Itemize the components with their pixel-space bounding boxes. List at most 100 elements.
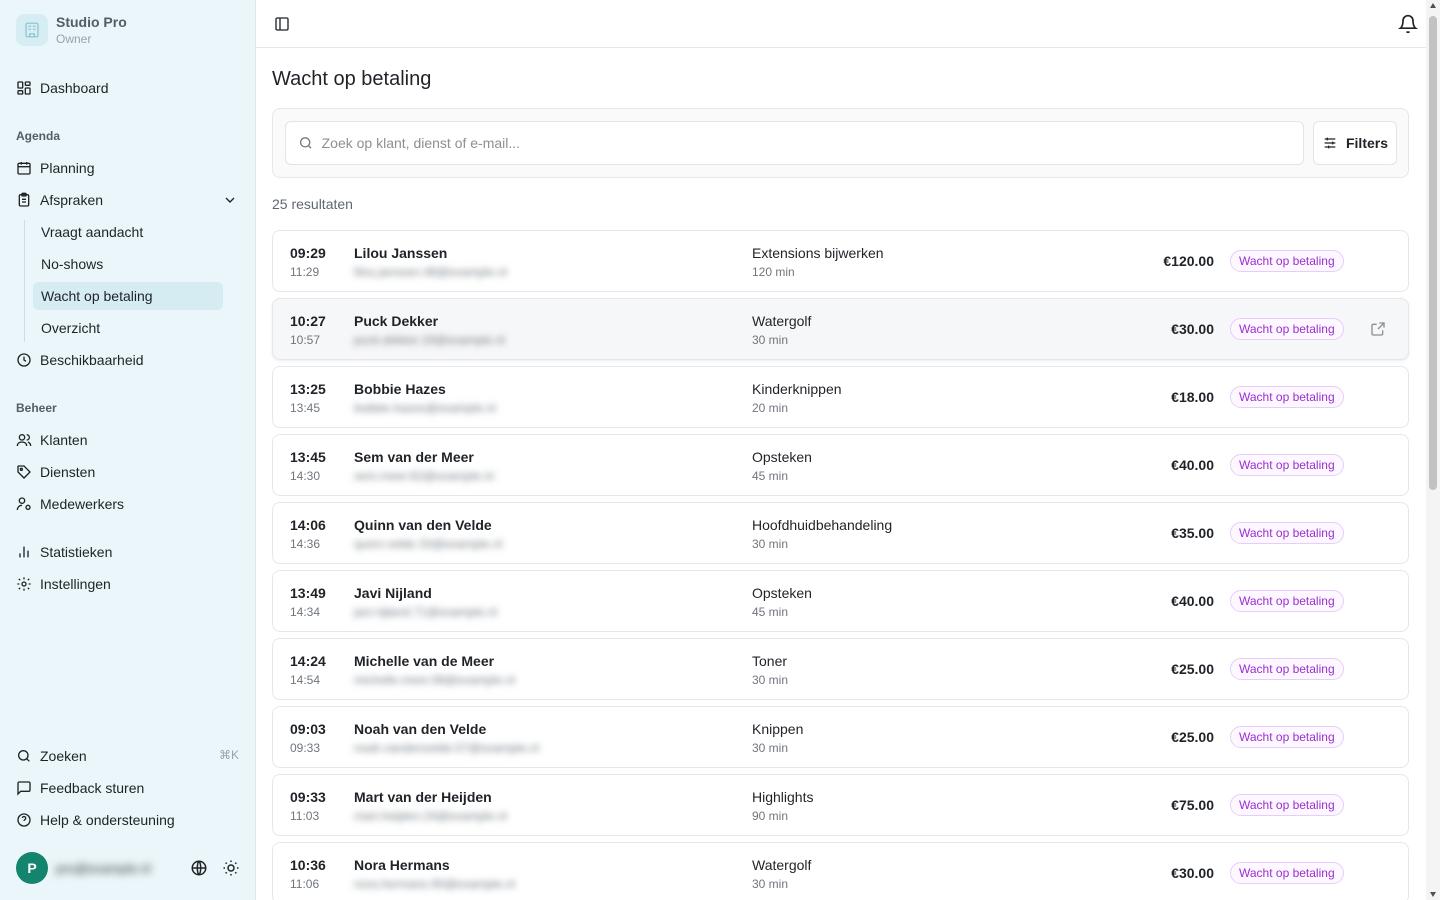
service-name: Toner	[752, 653, 788, 669]
nav-help-label: Help & ondersteuning	[40, 812, 175, 828]
search-input[interactable]	[321, 135, 1303, 151]
service-duration: 120 min	[752, 265, 795, 279]
end-time: 14:34	[290, 605, 321, 619]
price: €25.00	[1171, 661, 1214, 677]
nav-feedback-label: Feedback sturen	[40, 780, 145, 796]
end-time: 14:36	[290, 537, 321, 551]
service-duration: 45 min	[752, 469, 789, 483]
end-time: 11:06	[290, 877, 320, 891]
service-name: Highlights	[752, 789, 814, 805]
scroll-down-arrow-icon[interactable]	[1429, 890, 1437, 898]
section-agenda: Agenda	[16, 129, 61, 143]
appointment-row[interactable]: 13:25 13:45 Bobbie Hazes bobbie.hazes@examp…	[272, 366, 1409, 428]
tag-icon	[17, 465, 31, 479]
price: €30.00	[1171, 865, 1214, 881]
nav-diensten-label: Diensten	[40, 464, 96, 480]
service-name: Hoofdhuidbehandeling	[752, 517, 893, 533]
sub-item-wacht-op-betaling[interactable]: Wacht op betaling	[33, 282, 223, 310]
appointment-row[interactable]: 09:29 11:29 Lilou Janssen lilou.janssen.48@…	[272, 230, 1409, 292]
chevron-down-icon[interactable]	[222, 192, 238, 208]
service-duration: 30 min	[752, 741, 789, 755]
nav-statistieken[interactable]: Statistieken	[16, 540, 112, 564]
status-badge: Wacht op betaling	[1230, 658, 1344, 680]
filters-button[interactable]: Filters	[1313, 121, 1397, 165]
nav-dashboard[interactable]: Dashboard	[16, 76, 109, 100]
client-name: Lilou Janssen	[354, 245, 448, 261]
appointment-row[interactable]: 13:45 14:30 Sem van der Meer sem.meer.62@ex…	[272, 434, 1409, 496]
bell-icon[interactable]	[1398, 14, 1418, 34]
globe-icon[interactable]	[190, 859, 208, 877]
client-name: Mart van der Heijden	[354, 789, 492, 805]
nav-klanten-label: Klanten	[40, 432, 88, 448]
nav-instellingen[interactable]: Instellingen	[16, 572, 111, 596]
nav-zoeken-label: Zoeken	[40, 748, 87, 764]
service-name: Opsteken	[752, 585, 812, 601]
clipboard-icon	[18, 192, 30, 207]
search-card: Filters	[272, 108, 1409, 178]
start-time: 10:36	[290, 857, 326, 873]
scrollbar[interactable]	[1426, 0, 1440, 900]
nav-planning[interactable]: Planning	[16, 156, 95, 180]
building-icon	[16, 14, 48, 46]
avatar: P	[16, 852, 48, 884]
sidebar-toggle-icon[interactable]	[274, 16, 290, 32]
start-time: 10:27	[290, 313, 326, 329]
client-email: michelle.meer.08@example.nl	[354, 673, 515, 687]
end-time: 14:30	[290, 469, 321, 483]
status-badge: Wacht op betaling	[1230, 522, 1344, 544]
scroll-thumb[interactable]	[1429, 16, 1437, 490]
results-count: 25 resultaten	[272, 196, 353, 212]
service-duration: 20 min	[752, 401, 789, 415]
price: €30.00	[1171, 321, 1214, 337]
price: €75.00	[1171, 797, 1214, 813]
nav-zoeken[interactable]: Zoeken	[16, 744, 87, 768]
help-circle-icon	[17, 813, 31, 827]
nav-planning-label: Planning	[40, 160, 95, 176]
users-icon	[16, 434, 32, 447]
scroll-up-arrow-icon[interactable]	[1429, 2, 1437, 10]
client-name: Nora Hermans	[354, 857, 450, 873]
appointment-row[interactable]: 13:49 14:34 Javi Nijland javi.nijland.71@ex…	[272, 570, 1409, 632]
nav-medewerkers-label: Medewerkers	[40, 496, 125, 512]
service-duration: 30 min	[752, 333, 789, 347]
search-box[interactable]	[285, 121, 1304, 165]
status-badge: Wacht op betaling	[1230, 386, 1344, 408]
nav-klanten[interactable]: Klanten	[16, 428, 87, 452]
brand-name: Studio Pro	[56, 14, 127, 30]
clock-icon	[17, 353, 31, 367]
nav-medewerkers[interactable]: Medewerkers	[16, 492, 124, 516]
nav-diensten[interactable]: Diensten	[16, 460, 95, 484]
service-duration: 90 min	[752, 809, 789, 823]
appointment-row[interactable]: 09:33 11:03 Mart van der Heijden mart.heijd…	[272, 774, 1409, 836]
end-time: 14:54	[290, 673, 321, 687]
client-email: javi.nijland.71@example.nl	[354, 605, 497, 619]
sun-icon[interactable]	[222, 859, 240, 877]
user-email: pro@example.nl	[56, 860, 151, 876]
sub-item-no-shows[interactable]: No-shows	[33, 250, 223, 278]
client-email: nora.hermans.90@example.nl	[354, 877, 515, 891]
nav-beschikbaarheid[interactable]: Beschikbaarheid	[16, 348, 144, 372]
section-beheer: Beheer	[16, 401, 57, 415]
client-name: Quinn van den Velde	[354, 517, 492, 533]
nav-feedback[interactable]: Feedback sturen	[16, 776, 144, 800]
nav-help[interactable]: Help & ondersteuning	[16, 808, 175, 832]
brand[interactable]: Studio Pro Owner	[16, 14, 127, 46]
sub-item-overzicht[interactable]: Overzicht	[33, 314, 223, 342]
user-menu[interactable]: P pro@example.nl	[16, 852, 151, 884]
client-email: mart.heijden.24@example.nl	[354, 809, 507, 823]
appointment-row[interactable]: 14:24 14:54 Michelle van de Meer michelle.m…	[272, 638, 1409, 700]
search-icon	[18, 750, 30, 762]
appointment-row[interactable]: 10:36 11:06 Nora Hermans nora.hermans.90@ex…	[272, 842, 1409, 900]
client-email: noah.vandenvelde.57@example.nl	[354, 741, 539, 755]
appointment-row[interactable]: 10:27 10:57 Puck Dekker puck.dekker.19@exam…	[272, 298, 1409, 360]
status-badge: Wacht op betaling	[1230, 318, 1344, 340]
start-time: 09:29	[290, 245, 326, 261]
appointment-row[interactable]: 09:03 09:33 Noah van den Velde noah.vandenv…	[272, 706, 1409, 768]
appointment-row[interactable]: 14:06 14:36 Quinn van den Velde quinn.velde…	[272, 502, 1409, 564]
end-time: 11:03	[290, 809, 320, 823]
message-square-icon	[17, 781, 31, 796]
price: €18.00	[1171, 389, 1214, 405]
nav-afspraken[interactable]: Afspraken	[16, 188, 103, 212]
sub-item-vraagt-aandacht[interactable]: Vraagt aandacht	[33, 218, 223, 246]
external-link-icon[interactable]	[1370, 321, 1386, 337]
